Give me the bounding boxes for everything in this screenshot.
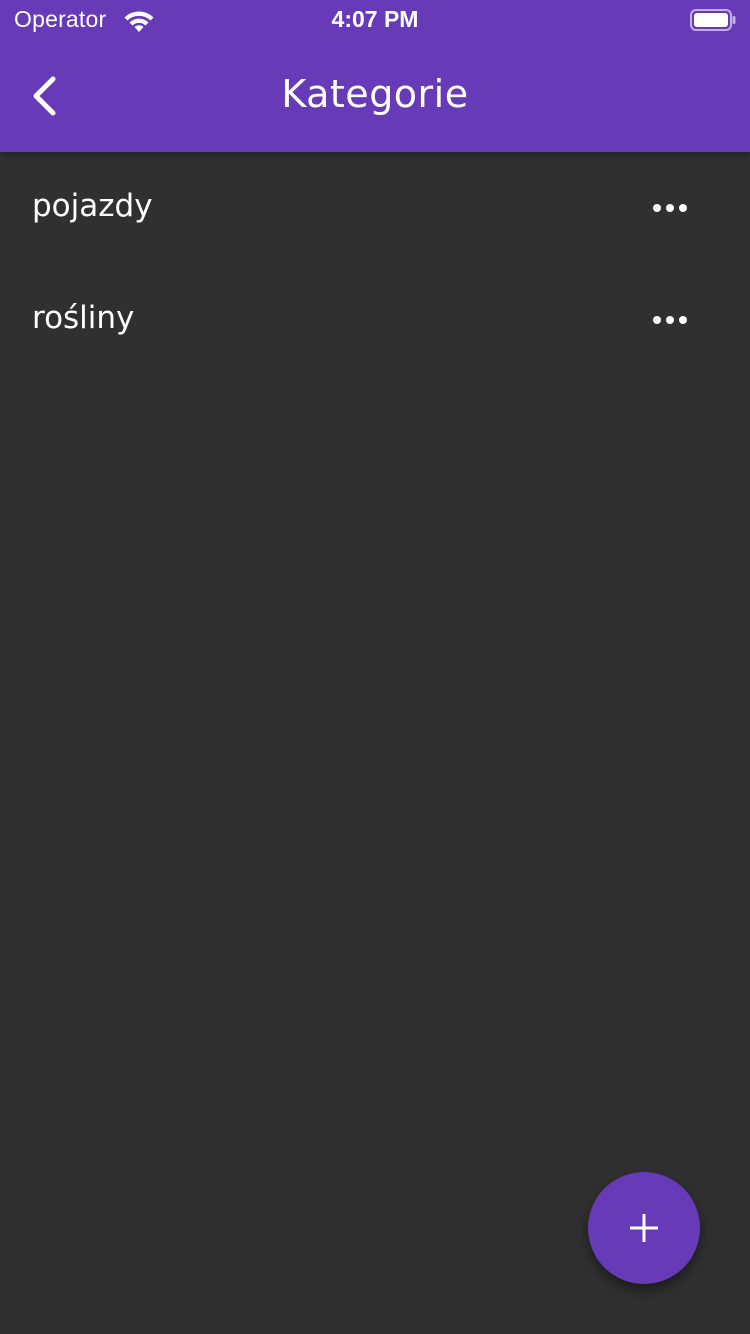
list-item[interactable]: pojazdy — [0, 152, 750, 264]
more-options-button[interactable] — [640, 294, 700, 346]
category-label: rośliny — [32, 300, 135, 336]
plus-icon — [630, 1214, 658, 1242]
app-bar: Operator 4:07 PM Kategorie — [0, 0, 750, 152]
status-time: 4:07 PM — [331, 6, 419, 32]
more-horizontal-icon — [653, 316, 687, 324]
more-horizontal-icon — [653, 204, 687, 212]
category-label: pojazdy — [32, 188, 153, 224]
categories-screen: Operator 4:07 PM Kategorie pojazdy rośli… — [0, 0, 750, 1334]
list-item[interactable]: rośliny — [0, 264, 750, 376]
category-list: pojazdy rośliny — [0, 152, 750, 376]
status-bar: Operator 4:07 PM — [0, 0, 750, 40]
page-title: Kategorie — [281, 72, 469, 116]
battery-full-icon — [690, 9, 736, 31]
more-options-button[interactable] — [640, 182, 700, 234]
add-category-button[interactable] — [588, 1172, 700, 1284]
